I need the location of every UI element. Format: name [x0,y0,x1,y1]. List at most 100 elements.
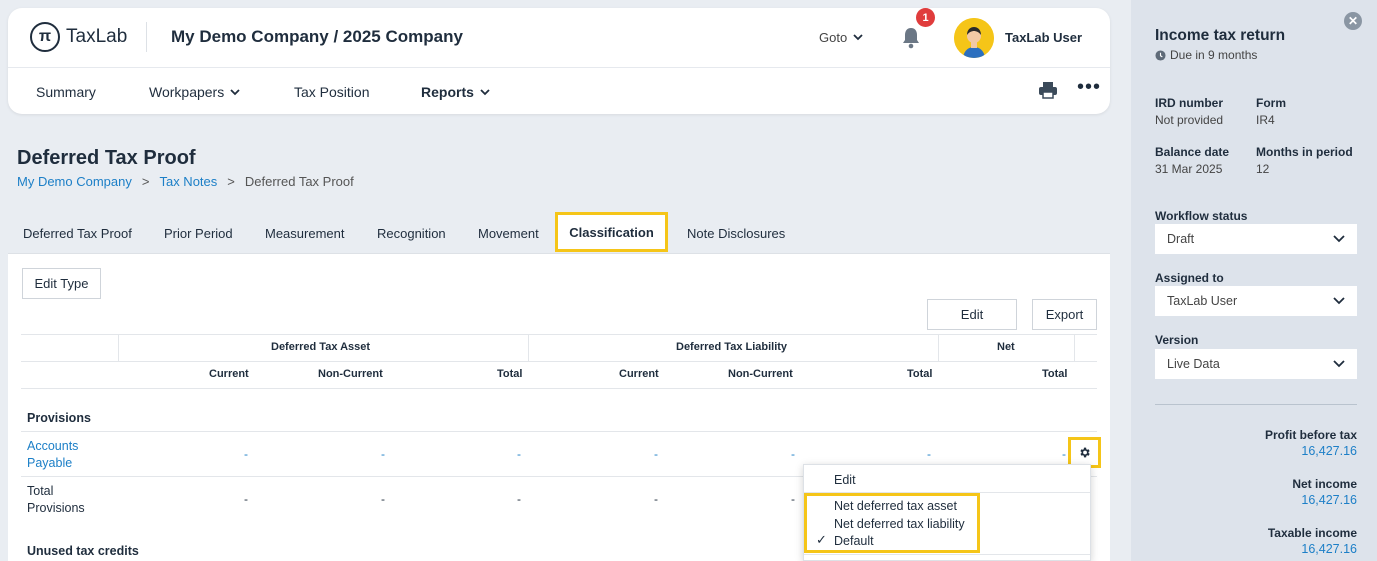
table-divider [528,334,529,361]
tax-return-sidebar: ✕ Income tax return Due in 9 months IRD … [1131,0,1377,561]
printer-icon[interactable] [1038,81,1058,99]
col-header: Total [1042,368,1068,380]
menu-item-edit[interactable]: Edit [834,473,856,487]
chevron-down-icon [480,88,490,95]
row-divider [21,431,1097,432]
logo-icon: π [30,22,60,52]
chevron-down-icon [1333,297,1345,305]
table-cell[interactable]: - [654,447,658,461]
tab-prior-period[interactable]: Prior Period [164,226,233,241]
avatar[interactable] [954,18,994,58]
edit-button[interactable]: Edit [927,299,1017,330]
table-cell[interactable]: - [381,447,385,461]
row-label-line: Provisions [27,501,85,515]
clock-icon [1155,49,1166,61]
goto-dropdown[interactable]: Goto [819,30,863,45]
row-label-total-provisions: Total Provisions [27,483,85,517]
table-border [21,388,1097,389]
edit-type-button[interactable]: Edit Type [22,268,101,299]
header-divider [146,22,147,52]
col-header: Total [497,368,523,380]
due-text: Due in 9 months [1170,48,1258,62]
table-cell[interactable]: - [1062,447,1066,461]
chevron-down-icon [1333,235,1345,243]
table-cell: - [654,492,658,506]
section-title: Unused tax credits [27,544,139,558]
tab-movement[interactable]: Movement [478,226,539,241]
bell-icon[interactable] [900,26,922,50]
more-options-icon[interactable]: ••• [1077,77,1101,97]
table-cell[interactable]: - [244,447,248,461]
nav-tax-position[interactable]: Tax Position [294,84,369,100]
user-name[interactable]: TaxLab User [1005,30,1082,45]
version-select[interactable]: Live Data [1155,349,1357,379]
chevron-down-icon [1333,360,1345,368]
metric-label: Taxable income [1267,526,1357,540]
workflow-value: Draft [1167,232,1195,246]
taxlab-logo[interactable]: π TaxLab [30,22,127,52]
nav-workpapers-label: Workpapers [149,84,225,100]
table-cell: - [244,492,248,506]
assigned-label: Assigned to [1155,271,1224,285]
nav-tax-position-label: Tax Position [294,84,370,100]
workflow-select[interactable]: Draft [1155,224,1357,254]
balance-date-label: Balance date [1155,145,1230,159]
metric-value[interactable]: 16,427.16 [1301,542,1357,556]
table-cell[interactable]: - [517,447,521,461]
due-status: Due in 9 months [1155,48,1257,62]
tab-note-disclosures[interactable]: Note Disclosures [687,226,785,241]
check-icon: ✓ [816,532,827,547]
tab-recognition[interactable]: Recognition [377,226,446,241]
sidebar-divider [1155,404,1357,405]
assigned-select[interactable]: TaxLab User [1155,286,1357,316]
menu-item-net-dtl[interactable]: Net deferred tax liability [834,517,965,531]
table-cell: - [381,492,385,506]
metric-label: Profit before tax [1264,428,1357,442]
col-header: Current [209,368,249,380]
tab-classification[interactable]: Classification [555,212,668,252]
table-border [21,334,1097,335]
table-cell[interactable]: - [927,447,931,461]
goto-label: Goto [819,30,848,45]
workflow-label: Workflow status [1155,209,1248,223]
row-label-line: Accounts [27,439,79,453]
user-avatar-icon [954,18,994,58]
close-icon[interactable]: ✕ [1344,12,1362,30]
menu-item-default[interactable]: Default [834,534,874,548]
logo-text: TaxLab [66,26,128,47]
menu-item-net-dta[interactable]: Net deferred tax asset [834,499,957,513]
breadcrumb-tax-notes[interactable]: Tax Notes [159,174,217,189]
metric-value[interactable]: 16,427.16 [1301,444,1357,458]
export-button[interactable]: Export [1032,299,1097,330]
company-title[interactable]: My Demo Company / 2025 Company [171,27,463,47]
table-cell[interactable]: - [791,447,795,461]
breadcrumb: My Demo Company > Tax Notes > Deferred T… [17,174,354,189]
balance-date-value: 31 Mar 2025 [1155,162,1223,176]
group-header-dtl: Deferred Tax Liability [676,341,788,353]
section-title: Provisions [27,411,91,425]
row-label-accounts-payable[interactable]: Accounts Payable [27,438,78,472]
nav-reports[interactable]: Reports [421,84,490,100]
table-cell: - [791,492,795,506]
nav-reports-label: Reports [421,84,474,100]
table-divider [1074,334,1075,361]
group-header-net: Net [997,341,1015,353]
breadcrumb-company[interactable]: My Demo Company [17,174,132,189]
table-divider [938,334,939,361]
table-cell: - [517,492,521,506]
chevron-down-icon [230,88,240,95]
breadcrumb-separator: > [141,174,150,189]
form-label: Form [1256,96,1286,110]
tab-measurement[interactable]: Measurement [265,226,344,241]
tab-bar: Deferred Tax Proof Prior Period Measurem… [8,212,1110,254]
nav-workpapers[interactable]: Workpapers [149,84,240,100]
nav-summary-label: Summary [36,84,96,100]
table-divider [118,334,119,361]
nav-summary[interactable]: Summary [36,84,96,100]
row-label-line: Total [27,484,54,498]
assigned-value: TaxLab User [1167,294,1238,308]
metric-value[interactable]: 16,427.16 [1301,493,1357,507]
tab-deferred-tax-proof[interactable]: Deferred Tax Proof [23,226,132,241]
metric-label: Net income [1292,477,1357,491]
classification-menu: Edit Net deferred tax asset Net deferred… [803,464,1091,561]
